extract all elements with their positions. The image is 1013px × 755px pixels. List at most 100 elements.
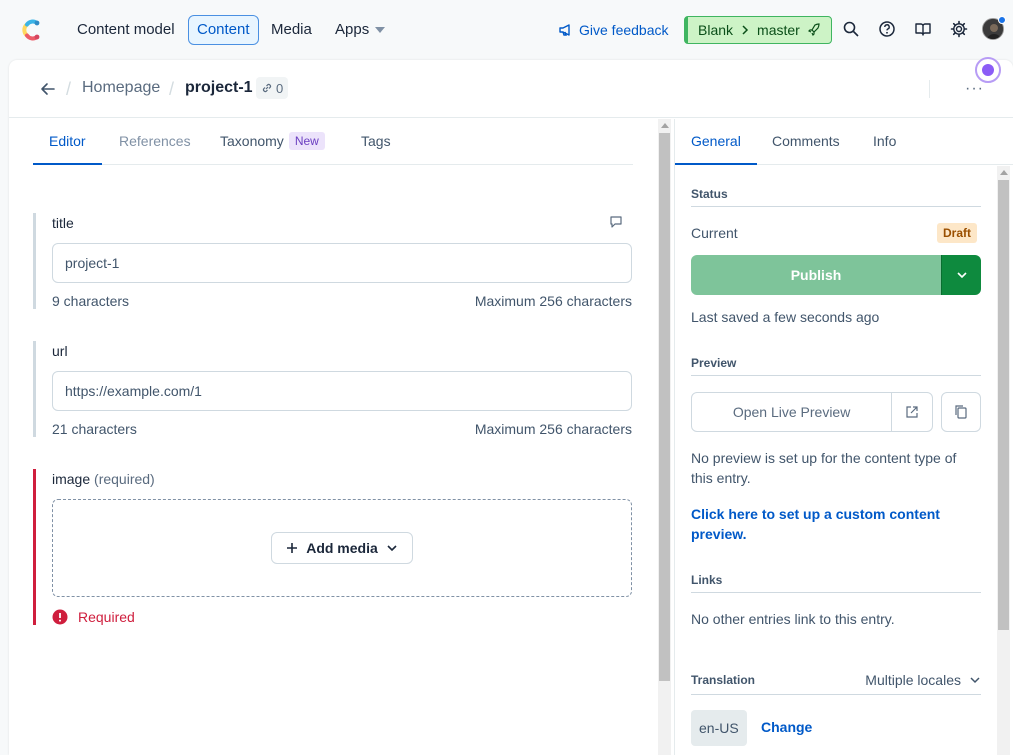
chevron-down-icon (970, 677, 980, 684)
more-options-icon[interactable]: ··· (965, 80, 984, 98)
title-max-length: Maximum 256 characters (474, 293, 632, 309)
back-arrow-icon[interactable] (39, 80, 57, 98)
editor-tabs: Editor References Taxonomy New Tags (33, 119, 633, 165)
links-note: No other entries link to this entry. (691, 611, 895, 627)
translation-row: Translation Multiple locales (691, 671, 981, 695)
nav-content-model[interactable]: Content model (69, 15, 183, 45)
open-live-preview-button[interactable]: Open Live Preview (691, 392, 933, 432)
rocket-icon (807, 23, 820, 37)
url-help: 21 characters Maximum 256 characters (52, 421, 632, 437)
links-heading: Links (691, 573, 981, 593)
breadcrumb-homepage[interactable]: Homepage (82, 79, 160, 97)
status-heading: Status (691, 187, 981, 207)
title-field: title project-1 9 characters Maximum 256… (33, 213, 633, 309)
comment-icon[interactable] (609, 215, 623, 229)
chevron-down-icon (387, 545, 397, 552)
chevron-down-icon (956, 272, 967, 279)
give-feedback-button[interactable]: Give feedback (558, 15, 669, 45)
title-help: 9 characters Maximum 256 characters (52, 293, 632, 309)
scroll-up-icon[interactable] (1000, 170, 1008, 175)
error-text: Required (78, 609, 135, 625)
tab-general[interactable]: General (675, 119, 757, 165)
add-media-label: Add media (306, 540, 378, 556)
scroll-up-icon[interactable] (661, 123, 669, 128)
tab-references[interactable]: References (119, 119, 191, 165)
custom-preview-link[interactable]: Click here to set up a custom content pr… (691, 504, 971, 544)
url-max-length: Maximum 256 characters (474, 421, 632, 437)
publish-options-button[interactable] (941, 255, 981, 295)
url-input[interactable]: https://example.com/1 (52, 371, 632, 411)
nav-apps[interactable]: Apps (327, 15, 393, 45)
contentful-logo-icon[interactable] (18, 17, 44, 43)
gear-icon[interactable] (950, 20, 968, 38)
copy-icon (955, 405, 967, 419)
search-icon[interactable] (842, 20, 860, 38)
add-media-button[interactable]: Add media (271, 532, 413, 564)
url-field: url https://example.com/1 21 characters … (33, 341, 633, 437)
sidebar-tabs: General Comments Info (675, 119, 1013, 165)
sidebar-scrollbar-thumb[interactable] (998, 180, 1009, 630)
entry-title: project-1 (185, 79, 253, 96)
locale-chip: en-US (691, 710, 747, 746)
book-icon[interactable] (914, 20, 932, 38)
chevron-right-icon (742, 25, 749, 35)
nav-content[interactable]: Content (188, 15, 259, 45)
external-link-icon[interactable] (892, 393, 932, 431)
error-icon (52, 609, 68, 625)
nav-media[interactable]: Media (263, 15, 320, 45)
give-feedback-label: Give feedback (579, 22, 669, 38)
breadcrumb-separator: / (169, 79, 175, 99)
notification-dot (998, 16, 1006, 24)
link-count-value: 0 (276, 80, 284, 96)
required-label: (required) (94, 471, 155, 487)
image-label-text: image (52, 471, 91, 487)
env-branch: master (757, 22, 800, 38)
translation-heading: Translation (691, 673, 756, 687)
draft-badge: Draft (937, 223, 978, 243)
tab-comments[interactable]: Comments (772, 119, 840, 165)
megaphone-icon (559, 24, 570, 36)
locale-selector-label: Multiple locales (865, 672, 961, 688)
preview-note: No preview is set up for the content typ… (691, 450, 957, 486)
current-status-label: Current (691, 225, 738, 241)
editor-scrollbar-thumb[interactable] (659, 133, 670, 681)
tab-editor[interactable]: Editor (33, 119, 102, 165)
env-space: Blank (698, 22, 734, 38)
new-badge: New (288, 132, 325, 150)
link-icon (262, 83, 272, 93)
caret-down-icon (375, 27, 386, 34)
url-char-count: 21 characters (52, 421, 137, 437)
copy-preview-button[interactable] (941, 392, 981, 432)
top-nav: Content model Content Media Apps Give fe… (0, 0, 1013, 60)
link-count-badge[interactable]: 0 (256, 77, 289, 99)
tab-info[interactable]: Info (873, 119, 896, 165)
tab-taxonomy[interactable]: Taxonomy New (220, 119, 325, 165)
tab-taxonomy-label: Taxonomy (220, 133, 284, 149)
publish-button[interactable]: Publish (691, 255, 941, 295)
entry-sidebar: General Comments Info Status Current Dra… (674, 119, 1013, 755)
image-field: image (required) Add media Required (33, 469, 633, 625)
preview-heading: Preview (691, 356, 981, 376)
title-char-count: 9 characters (52, 293, 130, 309)
image-error: Required (52, 609, 633, 625)
url-field-label: url (52, 343, 68, 359)
breadcrumb-separator: / (66, 79, 72, 99)
nav-apps-label: Apps (335, 21, 370, 38)
breadcrumb: / Homepage / project-1 0 ··· (9, 57, 1013, 118)
image-field-label: image (required) (52, 469, 633, 489)
title-input[interactable]: project-1 (52, 243, 632, 283)
tab-tags[interactable]: Tags (361, 119, 391, 165)
media-dropzone: Add media (52, 499, 632, 597)
open-live-preview-label: Open Live Preview (692, 393, 893, 431)
last-saved-text: Last saved a few seconds ago (691, 309, 880, 325)
locale-selector[interactable]: Multiple locales (865, 671, 981, 689)
environment-switcher[interactable]: Blank master (684, 16, 832, 44)
help-icon[interactable] (878, 20, 896, 38)
title-field-label: title (52, 215, 74, 231)
editor-scrollbar[interactable] (658, 119, 671, 755)
entry-card: / Homepage / project-1 0 ··· Editor Refe… (9, 57, 1013, 755)
change-locale-link[interactable]: Change (761, 719, 812, 735)
sidebar-scrollbar[interactable] (997, 166, 1010, 755)
plus-icon (287, 543, 298, 553)
header-divider (929, 80, 930, 98)
